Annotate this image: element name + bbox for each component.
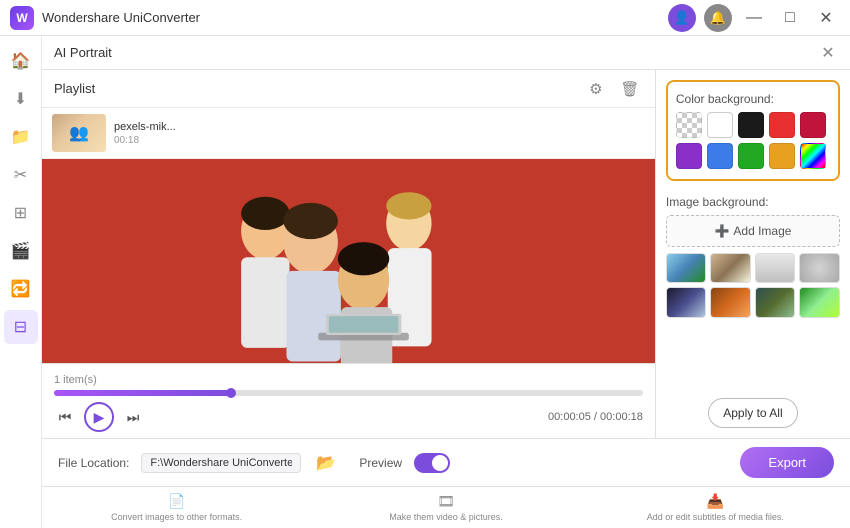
- playlist-header: Playlist ⚙ 🗑: [42, 70, 655, 108]
- nav-label-3: Add or edit subtitles of media files.: [647, 512, 784, 522]
- items-count: 1 item(s): [54, 374, 97, 386]
- nav-icon-2: 🎞: [437, 493, 455, 510]
- notification-icon[interactable]: 🔔: [704, 4, 732, 32]
- playlist-item-duration: 00:18: [114, 135, 645, 146]
- playlist-item-info: pexels-mik... 00:18: [114, 121, 645, 146]
- bg-thumb-4[interactable]: [799, 253, 840, 283]
- video-frame-svg: [42, 159, 655, 363]
- apply-to-all-button[interactable]: Apply to All: [708, 398, 797, 428]
- sidebar-item-apps[interactable]: ⊟: [4, 310, 38, 344]
- bottom-nav: 📄 Convert images to other formats. 🎞 Mak…: [42, 486, 850, 528]
- sidebar-item-home[interactable]: 🏠: [4, 44, 38, 78]
- swatch-black[interactable]: [738, 112, 764, 138]
- close-btn[interactable]: ✕: [812, 4, 840, 32]
- color-background-section: Color background:: [666, 80, 840, 181]
- playlist-delete-btn[interactable]: 🗑: [617, 76, 643, 102]
- sidebar: 🏠 ⬇ 📁 ✂ ⊞ 🎬 🔁 ⊟: [0, 36, 42, 528]
- video-controls: 1 item(s) ⏮ ▶ ⏭ 00:00:05 / 00:00:18: [42, 363, 655, 438]
- folder-browse-btn[interactable]: 📂: [313, 450, 339, 476]
- title-bar-actions: 👤 🔔 — □ ✕: [668, 4, 840, 32]
- nav-label-1: Convert images to other formats.: [111, 512, 242, 522]
- user-icon[interactable]: 👤: [668, 4, 696, 32]
- playlist-title: Playlist: [54, 81, 575, 96]
- playlist-item[interactable]: pexels-mik... 00:18: [42, 108, 655, 159]
- sidebar-item-grid[interactable]: ⊞: [4, 196, 38, 230]
- file-location-label: File Location:: [58, 456, 129, 470]
- bg-thumb-7[interactable]: [755, 287, 796, 317]
- swatch-checker[interactable]: [676, 112, 702, 138]
- sidebar-item-download[interactable]: ⬇: [4, 82, 38, 116]
- add-image-button[interactable]: ➕ Add Image: [666, 215, 840, 247]
- video-content: [42, 159, 655, 363]
- plus-icon: ➕: [714, 224, 729, 238]
- progress-fill: [54, 390, 231, 396]
- bg-thumb-8[interactable]: [799, 287, 840, 317]
- app-body: 🏠 ⬇ 📁 ✂ ⊞ 🎬 🔁 ⊟ AI Portrait ✕ Playlist ⚙…: [0, 36, 850, 528]
- title-bar: W Wondershare UniConverter 👤 🔔 — □ ✕: [0, 0, 850, 36]
- progress-thumb: [226, 388, 236, 398]
- bottom-nav-item-2[interactable]: 🎞 Make them video & pictures.: [311, 489, 580, 528]
- sidebar-item-cut[interactable]: ✂: [4, 158, 38, 192]
- color-bg-label: Color background:: [676, 92, 830, 106]
- swatch-purple[interactable]: [676, 143, 702, 169]
- next-btn[interactable]: ⏭: [122, 406, 144, 428]
- video-area: [42, 159, 655, 363]
- thumb-image: [52, 114, 106, 152]
- preview-toggle[interactable]: [414, 453, 450, 473]
- right-panel: Color background:: [655, 36, 850, 438]
- maximize-btn[interactable]: □: [776, 4, 804, 32]
- image-background-section: Image background: ➕ Add Image: [666, 195, 840, 318]
- playlist-thumb: [52, 114, 106, 152]
- minimize-btn[interactable]: —: [740, 4, 768, 32]
- play-btn[interactable]: ▶: [84, 402, 114, 432]
- swatch-blue[interactable]: [707, 143, 733, 169]
- bottom-bar: File Location: 📂 Preview Export: [42, 438, 850, 486]
- playlist-item-name: pexels-mik...: [114, 121, 645, 133]
- items-row: 1 item(s): [54, 370, 643, 390]
- nav-label-2: Make them video & pictures.: [389, 512, 503, 522]
- bottom-nav-item-1[interactable]: 📄 Convert images to other formats.: [42, 489, 311, 528]
- sidebar-item-convert[interactable]: 🔁: [4, 272, 38, 306]
- image-bg-label: Image background:: [666, 195, 840, 209]
- time-display: 00:00:05 / 00:00:18: [548, 411, 643, 423]
- bottom-nav-item-3[interactable]: 📥 Add or edit subtitles of media files.: [581, 489, 850, 528]
- color-swatches: [676, 112, 830, 169]
- bg-thumb-2[interactable]: [710, 253, 751, 283]
- swatch-white[interactable]: [707, 112, 733, 138]
- sidebar-item-files[interactable]: 📁: [4, 120, 38, 154]
- panel-close-button[interactable]: ✕: [818, 43, 838, 63]
- nav-icon-1: 📄: [168, 493, 185, 510]
- swatch-darkred[interactable]: [800, 112, 826, 138]
- swatch-green[interactable]: [738, 143, 764, 169]
- preview-label: Preview: [359, 456, 402, 470]
- file-location-input[interactable]: [141, 453, 301, 473]
- controls-row: ⏮ ▶ ⏭ 00:00:05 / 00:00:18: [54, 402, 643, 432]
- bg-thumb-1[interactable]: [666, 253, 707, 283]
- panel-header: AI Portrait ✕: [42, 36, 850, 70]
- sidebar-item-video[interactable]: 🎬: [4, 234, 38, 268]
- main-content: AI Portrait ✕ Playlist ⚙ 🗑 pexels-m: [42, 36, 850, 528]
- app-title: Wondershare UniConverter: [42, 10, 668, 25]
- bg-thumb-5[interactable]: [666, 287, 707, 317]
- panel-title: AI Portrait: [54, 45, 818, 60]
- app-logo: W: [10, 6, 34, 30]
- nav-icon-3: 📥: [707, 493, 724, 510]
- ai-portrait-panel: AI Portrait ✕ Playlist ⚙ 🗑 pexels-m: [42, 36, 850, 438]
- swatch-red[interactable]: [769, 112, 795, 138]
- add-image-label: Add Image: [733, 224, 791, 238]
- current-time: 00:00:05: [548, 411, 591, 423]
- prev-btn[interactable]: ⏮: [54, 406, 76, 428]
- export-button[interactable]: Export: [740, 447, 834, 478]
- bg-thumbnails: [666, 253, 840, 318]
- left-panel: Playlist ⚙ 🗑 pexels-mik... 00:18: [42, 36, 655, 438]
- swatch-orange[interactable]: [769, 143, 795, 169]
- swatch-rainbow[interactable]: [800, 143, 826, 169]
- playlist-settings-btn[interactable]: ⚙: [583, 76, 609, 102]
- toggle-knob: [432, 455, 448, 471]
- total-time: 00:00:18: [600, 411, 643, 423]
- bg-thumb-6[interactable]: [710, 287, 751, 317]
- bg-thumb-3[interactable]: [755, 253, 796, 283]
- progress-bar[interactable]: [54, 390, 643, 396]
